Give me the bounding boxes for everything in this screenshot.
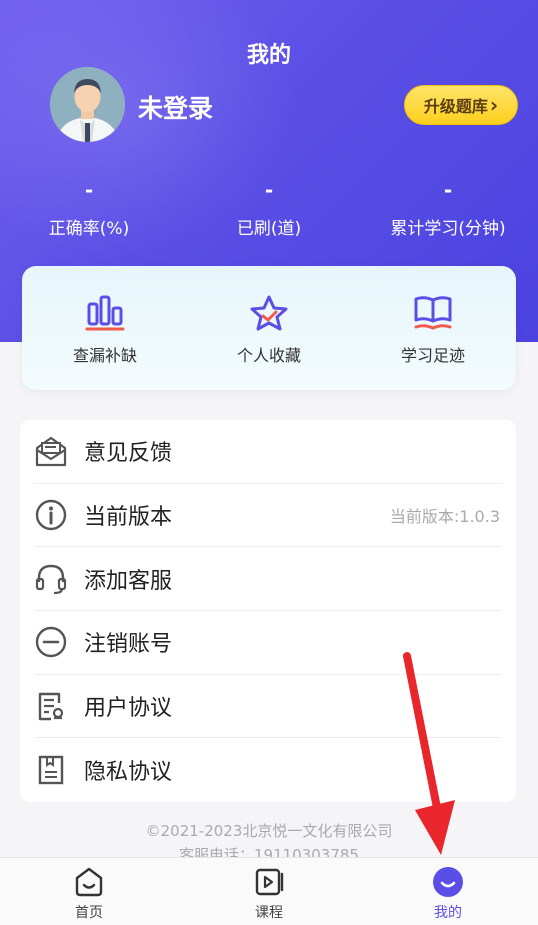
menu-item-privacy-policy[interactable]: 隐私协议 <box>34 739 502 803</box>
stat-label: 已刷(道) <box>236 219 302 239</box>
page-title: 我的 <box>246 43 291 68</box>
menu-item-label: 隐私协议 <box>84 760 173 786</box>
stat-study-time: - 累计学习(分钟) <box>363 178 533 239</box>
tab-profile[interactable]: 我的 <box>388 866 508 922</box>
menu-item-version[interactable]: 当前版本 当前版本:1.0.3 <box>34 484 502 548</box>
quick-action-check-gaps[interactable]: 查漏补缺 <box>30 294 180 366</box>
tab-home[interactable]: 首页 <box>29 866 149 922</box>
settings-menu: 意见反馈 当前版本 当前版本:1.0.3 添加客服 注销账号 用户协议 隐私协议 <box>20 420 516 802</box>
tab-courses[interactable]: 课程 <box>209 866 329 922</box>
menu-item-user-agreement[interactable]: 用户协议 <box>34 675 502 739</box>
book-icon <box>414 296 452 330</box>
bar-chart-icon <box>85 295 125 331</box>
quick-action-favorites[interactable]: 个人收藏 <box>194 294 344 366</box>
stat-value: - <box>443 178 453 202</box>
menu-item-delete-account[interactable]: 注销账号 <box>34 611 502 675</box>
copyright-text: ©2021-2023北京悦一文化有限公司 <box>145 822 393 840</box>
stat-value: - <box>84 178 94 202</box>
version-value: 当前版本:1.0.3 <box>389 507 500 527</box>
username-text[interactable]: 未登录 <box>138 89 213 125</box>
profile-smile-icon <box>433 867 463 897</box>
quick-action-label: 个人收藏 <box>236 346 301 365</box>
stat-answered: - 已刷(道) <box>184 178 354 239</box>
tab-label: 课程 <box>255 905 283 921</box>
user-avatar-icon <box>50 67 125 142</box>
menu-item-label: 添加客服 <box>84 568 173 594</box>
star-icon <box>250 295 288 331</box>
upgrade-question-bank-button[interactable]: 升级题库 › <box>404 85 518 125</box>
stat-value: - <box>264 178 274 202</box>
chevron-right-icon: › <box>489 93 499 117</box>
tab-label: 首页 <box>75 905 103 921</box>
info-icon <box>34 498 68 532</box>
menu-item-label: 当前版本 <box>84 505 173 531</box>
quick-action-study-history[interactable]: 学习足迹 <box>358 294 508 366</box>
menu-item-feedback[interactable]: 意见反馈 <box>34 420 502 484</box>
tab-label: 我的 <box>434 905 462 921</box>
stat-accuracy: - 正确率(%) <box>4 178 174 239</box>
document-edit-icon <box>34 689 68 723</box>
stat-label: 累计学习(分钟) <box>390 219 506 239</box>
feedback-mail-icon <box>34 434 68 468</box>
upgrade-button-label: 升级题库 <box>423 97 488 116</box>
menu-item-label: 注销账号 <box>84 632 173 658</box>
avatar[interactable] <box>50 67 125 142</box>
menu-item-label: 用户协议 <box>84 696 173 722</box>
headset-icon <box>34 562 68 596</box>
privacy-document-icon <box>34 753 68 787</box>
stat-label: 正确率(%) <box>48 219 130 239</box>
home-icon <box>75 867 103 897</box>
quick-action-label: 学习足迹 <box>400 346 465 365</box>
bottom-tab-bar: 首页 课程 我的 <box>0 857 538 925</box>
menu-item-label: 意见反馈 <box>84 441 173 467</box>
course-play-icon <box>255 868 284 896</box>
menu-item-customer-service[interactable]: 添加客服 <box>34 547 502 612</box>
quick-action-label: 查漏补缺 <box>72 346 137 365</box>
minus-circle-icon <box>34 625 68 659</box>
quick-actions-card: 查漏补缺 个人收藏 学习足迹 <box>22 266 516 390</box>
